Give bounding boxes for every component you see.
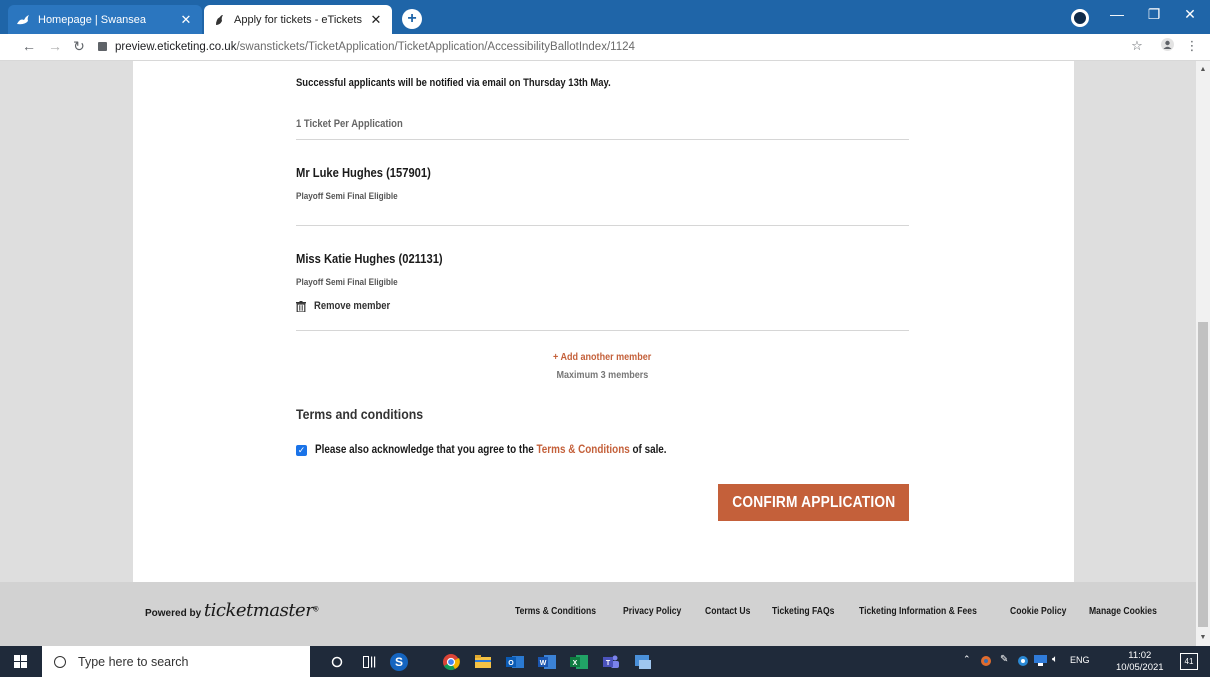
tab-apply-for-tickets[interactable]: Apply for tickets - eTickets ✕: [204, 5, 392, 34]
star-bookmark-icon[interactable]: ☆: [1128, 38, 1146, 54]
tickets-per-application: 1 Ticket Per Application: [296, 118, 403, 130]
remove-member-button[interactable]: Remove member: [296, 300, 403, 312]
notification-text: Successful applicants will be notified v…: [296, 77, 611, 89]
scroll-down-icon[interactable]: ▼: [1196, 631, 1210, 645]
divider: [296, 330, 909, 331]
reload-icon[interactable]: ↻: [70, 38, 88, 55]
url-field[interactable]: preview.eticketing.co.uk/swanstickets/Ti…: [98, 38, 635, 57]
terms-acknowledgement: ✓ Please also acknowledge that you agree…: [296, 444, 724, 456]
taskbar-clock[interactable]: 11:02 10/05/2021: [1116, 650, 1164, 674]
minimize-icon[interactable]: —: [1102, 6, 1132, 22]
language-indicator[interactable]: ENG: [1070, 655, 1090, 665]
skype-icon[interactable]: S: [390, 653, 408, 671]
volume-icon[interactable]: 🔈︎: [1052, 654, 1058, 665]
member-status: Playoff Semi Final Eligible: [296, 277, 398, 288]
menu-kebab-icon[interactable]: ⋮: [1183, 38, 1201, 54]
page-footer: Powered by ticketmaster® Terms & Conditi…: [0, 582, 1196, 646]
registered-mark-icon: ®: [313, 606, 319, 614]
terms-heading: Terms and conditions: [296, 406, 424, 422]
teams-icon[interactable]: T: [600, 651, 622, 672]
svg-text:T: T: [606, 660, 611, 667]
lock-icon: [98, 42, 107, 51]
url-host: preview.eticketing.co.uk: [115, 41, 237, 53]
content-card: Successful applicants will be notified v…: [133, 61, 1074, 582]
cortana-icon[interactable]: [326, 651, 348, 672]
clock-date: 10/05/2021: [1116, 662, 1164, 673]
add-member-label: + Add another member: [553, 351, 652, 363]
swan-favicon-icon: [16, 13, 30, 27]
max-members-note: Maximum 3 members: [296, 369, 909, 381]
svg-text:W: W: [540, 660, 547, 667]
address-bar: ← → ↻ preview.eticketing.co.uk/swanstick…: [0, 34, 1210, 61]
word-icon[interactable]: W: [536, 651, 558, 672]
add-member-link[interactable]: + Add another member: [296, 351, 909, 363]
close-tab-icon[interactable]: ✕: [178, 12, 194, 28]
windows-start-icon[interactable]: [14, 655, 27, 668]
footer-link-faqs[interactable]: Ticketing FAQs: [772, 606, 834, 617]
task-view-icon[interactable]: [358, 651, 380, 672]
profile-avatar[interactable]: [1071, 9, 1089, 27]
ticketmaster-logo[interactable]: ticketmaster: [204, 600, 314, 621]
member-name: Mr Luke Hughes (157901): [296, 165, 431, 180]
svg-text:X: X: [573, 660, 578, 667]
browser-tab-bar: Homepage | Swansea ✕ Apply for tickets -…: [0, 0, 1210, 34]
forward-arrow-icon[interactable]: →: [46, 38, 64, 54]
footer-link-cookie-policy[interactable]: Cookie Policy: [1010, 606, 1066, 617]
terms-checkbox[interactable]: ✓: [296, 444, 307, 456]
restore-icon[interactable]: ❐: [1139, 6, 1169, 23]
member-name: Miss Katie Hughes (021131): [296, 251, 443, 266]
notification-count: 41: [1184, 657, 1194, 666]
confirm-application-button[interactable]: CONFIRM APPLICATION: [718, 484, 909, 521]
network-icon[interactable]: [1034, 655, 1047, 669]
close-window-icon[interactable]: ✕: [1175, 6, 1205, 23]
divider: [296, 225, 909, 226]
footer-link-terms[interactable]: Terms & Conditions: [515, 606, 596, 617]
swan-favicon-icon: [212, 13, 226, 27]
footer-link-contact[interactable]: Contact Us: [705, 606, 750, 617]
trash-icon: [296, 300, 306, 312]
notification-center-icon[interactable]: 41: [1180, 653, 1198, 670]
footer-links: Terms & Conditions Privacy Policy Contac…: [515, 606, 1182, 617]
ack-text-after: of sale.: [629, 444, 667, 456]
ack-text-before: Please also acknowledge that you agree t…: [315, 444, 537, 456]
tray-update-icon[interactable]: [1017, 655, 1029, 670]
footer-link-privacy[interactable]: Privacy Policy: [623, 606, 681, 617]
divider: [296, 139, 909, 140]
app-icon[interactable]: [632, 651, 654, 672]
confirm-label: CONFIRM APPLICATION: [731, 494, 896, 511]
tray-expand-icon[interactable]: ⌃: [963, 654, 971, 665]
tab-title: Homepage | Swansea: [38, 13, 147, 26]
member-status: Playoff Semi Final Eligible: [296, 191, 398, 202]
footer-link-fees[interactable]: Ticketing Information & Fees: [859, 606, 977, 617]
page-viewport: Successful applicants will be notified v…: [0, 61, 1196, 646]
pen-icon[interactable]: ✎: [1000, 654, 1008, 665]
remove-member-label: Remove member: [314, 300, 391, 312]
excel-icon[interactable]: X: [568, 651, 590, 672]
close-tab-icon[interactable]: ✕: [368, 12, 384, 28]
svg-text:O: O: [508, 660, 514, 667]
outlook-icon[interactable]: O: [504, 651, 526, 672]
tray-app-icon[interactable]: [980, 655, 992, 670]
tab-homepage[interactable]: Homepage | Swansea ✕: [8, 5, 202, 34]
tab-title: Apply for tickets - eTickets: [234, 13, 362, 26]
back-arrow-icon[interactable]: ←: [20, 38, 38, 54]
terms-link[interactable]: Terms & Conditions: [537, 444, 630, 456]
chrome-icon[interactable]: [440, 651, 462, 672]
windows-taskbar: Type here to search S O W X T ⌃ ✎ 🔈︎ ENG…: [0, 646, 1210, 677]
taskbar-search[interactable]: Type here to search: [42, 646, 310, 677]
search-placeholder: Type here to search: [78, 654, 189, 669]
scroll-up-icon[interactable]: ▲: [1196, 63, 1210, 77]
file-explorer-icon[interactable]: [472, 651, 494, 672]
new-tab-button[interactable]: +: [402, 9, 422, 29]
max-members-label: Maximum 3 members: [556, 369, 649, 381]
search-icon: [54, 655, 66, 668]
acknowledgement-text: Please also acknowledge that you agree t…: [315, 444, 667, 456]
powered-by-label: Powered by: [145, 608, 202, 619]
url-path: /swanstickets/TicketApplication/TicketAp…: [236, 41, 635, 53]
profile-icon[interactable]: [1158, 38, 1176, 54]
footer-link-manage-cookies[interactable]: Manage Cookies: [1089, 606, 1157, 617]
powered-by: Powered by ticketmaster®: [145, 600, 319, 621]
scrollbar-thumb[interactable]: [1198, 322, 1208, 627]
clock-time: 11:02: [1128, 650, 1152, 661]
